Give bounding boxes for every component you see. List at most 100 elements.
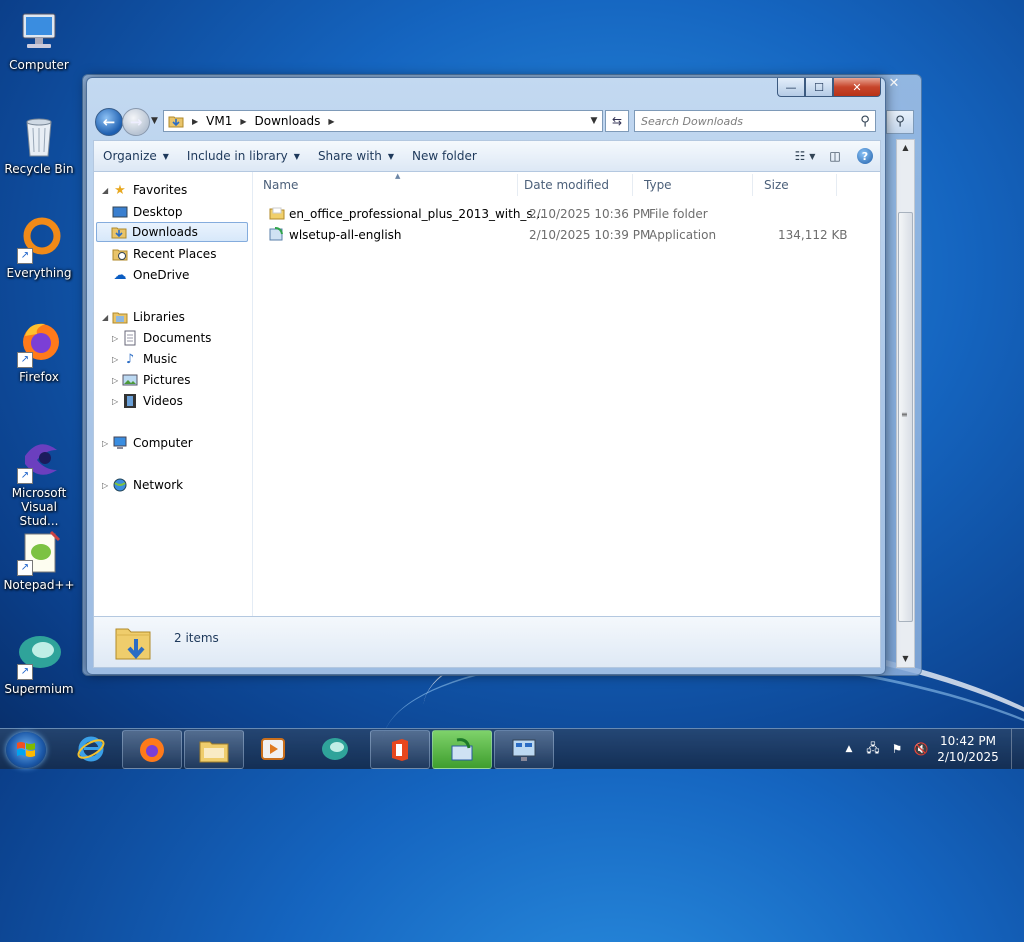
help-icon: ?	[857, 148, 873, 164]
breadcrumb-vm1[interactable]: VM1	[202, 114, 236, 128]
maximize-button[interactable]: ☐	[805, 78, 833, 97]
desktop-icon-label: Microsoft Visual Stud...	[11, 486, 67, 528]
nav-recent-places[interactable]: Recent Places	[112, 244, 216, 264]
nav-libraries[interactable]: ◢ Libraries	[102, 307, 185, 327]
nav-label: Downloads	[132, 225, 198, 239]
item-count: 2 items	[174, 631, 219, 645]
forward-arrow-icon: →	[129, 113, 143, 131]
help-button[interactable]: ?	[854, 146, 876, 166]
volume-muted-icon[interactable]: 🔇	[912, 742, 930, 756]
collapsed-arrow-icon[interactable]: ▷	[102, 439, 112, 448]
refresh-button[interactable]: ⇆	[605, 110, 629, 132]
desktop-icon-firefox[interactable]: ↗ Firefox	[0, 320, 78, 384]
scroll-up-arrow-icon[interactable]: ▲	[897, 140, 914, 156]
background-window-close-button[interactable]: ✕	[884, 76, 904, 94]
desktop-icon-label: Supermium	[4, 682, 74, 696]
address-dropdown-icon[interactable]: ▼	[585, 116, 602, 126]
nav-downloads[interactable]: Downloads	[96, 222, 248, 242]
expanded-arrow-icon[interactable]: ◢	[102, 313, 112, 322]
file-row[interactable]: en_office_professional_plus_2013_with_s.…	[267, 204, 859, 224]
taskbar-firefox[interactable]	[122, 730, 182, 769]
column-header-date-modified[interactable]: Date modified	[518, 174, 633, 196]
nav-videos[interactable]: ▷ Videos	[112, 391, 183, 411]
taskbar-office[interactable]	[370, 730, 430, 769]
office-icon	[392, 738, 408, 761]
nav-documents[interactable]: ▷ Documents	[112, 328, 211, 348]
view-list-icon: ☷	[794, 149, 806, 163]
desktop-icon-supermium[interactable]: ↗ Supermium	[0, 632, 78, 696]
nav-music[interactable]: ▷ ♪ Music	[112, 349, 177, 369]
include-in-library-button[interactable]: Include in library ▼	[178, 144, 309, 168]
computer-icon	[15, 8, 63, 56]
desktop-icon-recycle-bin[interactable]: Recycle Bin	[0, 112, 78, 176]
desktop-icon-label: Recycle Bin	[4, 162, 74, 176]
network-icon[interactable]: 🖧	[864, 739, 882, 760]
desktop-icon-label: Firefox	[19, 370, 59, 384]
background-window-search-button[interactable]: ⚲	[886, 110, 914, 134]
action-center-flag-icon[interactable]: ⚑	[888, 742, 906, 756]
taskbar-installer-active[interactable]	[432, 730, 492, 769]
column-header-type[interactable]: Type	[638, 174, 753, 196]
shortcut-arrow-icon: ↗	[17, 664, 33, 680]
show-hidden-icons-arrow-icon[interactable]: ▲	[840, 744, 858, 754]
nav-pictures[interactable]: ▷ Pictures	[112, 370, 191, 390]
nav-onedrive[interactable]: ☁ OneDrive	[112, 265, 190, 285]
nav-computer[interactable]: ▷ Computer	[102, 433, 193, 453]
organize-button[interactable]: Organize ▼	[94, 144, 178, 168]
clock[interactable]: 10:42 PM 2/10/2025	[933, 733, 1003, 765]
back-button[interactable]: ←	[95, 108, 123, 136]
visual-studio-icon: ↗	[15, 436, 63, 484]
desktop-icon-visual-studio[interactable]: ↗ Microsoft Visual Stud...	[0, 436, 78, 528]
nav-favorites[interactable]: ◢ ★ Favorites	[102, 180, 187, 200]
chevron-down-icon: ▼	[387, 151, 394, 161]
search-input[interactable]	[635, 113, 853, 129]
taskbar-supermium[interactable]	[306, 730, 364, 767]
start-button[interactable]	[6, 732, 46, 768]
collapsed-arrow-icon[interactable]: ▷	[112, 334, 122, 343]
desktop-icon-notepad-plus-plus[interactable]: ↗ Notepad++	[0, 528, 78, 592]
search-box[interactable]: ⚲	[634, 110, 876, 132]
desktop-icon-everything[interactable]: ↗ Everything	[0, 216, 78, 280]
file-row[interactable]: wlsetup-all-english 2/10/2025 10:39 PM A…	[267, 225, 859, 245]
address-bar[interactable]: ▶ VM1 ▶ Downloads ▶ ▼	[163, 110, 603, 132]
file-date: 2/10/2025 10:36 PM	[529, 207, 651, 221]
forward-button[interactable]: →	[122, 108, 150, 136]
change-view-button[interactable]: ☷ ▼	[794, 146, 816, 166]
file-type: File folder	[649, 207, 708, 221]
background-window-vertical-scrollbar[interactable]: ▲ ≡ ▼	[896, 139, 915, 668]
nav-label: Libraries	[133, 310, 185, 324]
breadcrumb-separator-icon[interactable]: ▶	[324, 117, 338, 126]
share-with-button[interactable]: Share with ▼	[309, 144, 403, 168]
column-header-size[interactable]: Size	[758, 174, 837, 196]
breadcrumb-separator-icon[interactable]: ▶	[236, 117, 250, 126]
collapsed-arrow-icon[interactable]: ▷	[112, 397, 122, 406]
breadcrumb-downloads[interactable]: Downloads	[251, 114, 325, 128]
installer-icon	[451, 737, 473, 760]
nav-desktop[interactable]: Desktop	[112, 202, 183, 222]
expanded-arrow-icon[interactable]: ◢	[102, 186, 112, 195]
taskbar-media-player[interactable]	[244, 730, 302, 767]
taskbar-internet-explorer[interactable]	[62, 730, 120, 767]
supermium-icon: ↗	[15, 632, 63, 680]
nav-network[interactable]: ▷ Network	[102, 475, 183, 495]
collapsed-arrow-icon[interactable]: ▷	[112, 376, 122, 385]
show-desktop-button[interactable]	[1011, 729, 1024, 769]
close-button[interactable]: ✕	[833, 78, 881, 97]
recycle-bin-icon	[15, 112, 63, 160]
column-header-name[interactable]: ▲ Name	[257, 172, 518, 196]
desktop-icon	[112, 204, 128, 220]
preview-pane-button[interactable]: ◫	[824, 146, 846, 166]
breadcrumb-separator-icon[interactable]: ▶	[188, 117, 202, 126]
collapsed-arrow-icon[interactable]: ▷	[112, 355, 122, 364]
taskbar-control-panel[interactable]	[494, 730, 554, 769]
search-icon[interactable]: ⚲	[855, 114, 875, 129]
taskbar-windows-explorer[interactable]	[184, 730, 244, 769]
media-player-icon	[261, 737, 285, 760]
new-folder-button[interactable]: New folder	[403, 144, 486, 168]
scroll-down-arrow-icon[interactable]: ▼	[897, 651, 914, 667]
recent-pages-dropdown[interactable]: ▼	[151, 116, 158, 126]
minimize-button[interactable]: —	[777, 78, 805, 97]
refresh-icon: ⇆	[611, 114, 623, 128]
desktop-icon-computer[interactable]: Computer	[0, 8, 78, 72]
collapsed-arrow-icon[interactable]: ▷	[102, 481, 112, 490]
